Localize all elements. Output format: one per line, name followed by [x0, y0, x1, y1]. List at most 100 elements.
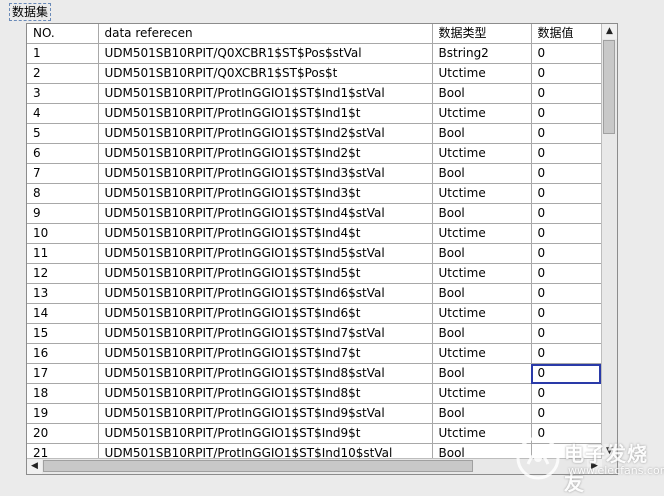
cell-data-value[interactable]: 0 [531, 103, 602, 124]
cell-no[interactable]: 15 [27, 323, 99, 344]
cell-no[interactable]: 2 [27, 63, 99, 84]
cell-data-reference[interactable]: UDM501SB10RPIT/ProtInGGIO1$ST$Ind9$t [98, 423, 433, 444]
vertical-scrollbar[interactable]: ▲ ▼ [601, 24, 617, 459]
table-row[interactable]: 9 UDM501SB10RPIT/ProtInGGIO1$ST$Ind4$stVa… [27, 203, 602, 224]
table-row[interactable]: 13 UDM501SB10RPIT/ProtInGGIO1$ST$Ind6$stV… [27, 283, 602, 304]
table-row[interactable]: 14 UDM501SB10RPIT/ProtInGGIO1$ST$Ind6$t Ut… [27, 303, 602, 324]
cell-data-reference[interactable]: UDM501SB10RPIT/ProtInGGIO1$ST$Ind7$stVal [98, 323, 433, 344]
cell-data-reference[interactable]: UDM501SB10RPIT/ProtInGGIO1$ST$Ind4$stVal [98, 203, 433, 224]
cell-data-type[interactable]: Utctime [432, 63, 532, 84]
cell-no[interactable]: 7 [27, 163, 99, 184]
table-row[interactable]: 18 UDM501SB10RPIT/ProtInGGIO1$ST$Ind8$t Ut… [27, 383, 602, 404]
cell-data-type[interactable]: Bool [432, 163, 532, 184]
cell-data-value[interactable]: 0 [531, 223, 602, 244]
cell-data-type[interactable]: Bool [432, 323, 532, 344]
cell-data-type[interactable]: Bool [432, 203, 532, 224]
cell-data-value[interactable]: 0 [531, 143, 602, 164]
cell-data-value[interactable]: 0 [531, 403, 602, 424]
cell-data-value[interactable]: 0 [531, 263, 602, 284]
cell-data-type[interactable]: Utctime [432, 263, 532, 284]
cell-no[interactable]: 17 [27, 363, 99, 384]
cell-data-value[interactable]: 0 [531, 203, 602, 224]
header-data-type[interactable]: 数据类型 [432, 24, 532, 44]
cell-data-reference[interactable]: UDM501SB10RPIT/ProtInGGIO1$ST$Ind2$t [98, 143, 433, 164]
table-row[interactable]: 17 UDM501SB10RPIT/ProtInGGIO1$ST$Ind8$stV… [27, 363, 602, 384]
cell-no[interactable]: 11 [27, 243, 99, 264]
cell-data-reference[interactable]: UDM501SB10RPIT/Q0XCBR1$ST$Pos$t [98, 63, 433, 84]
cell-data-value[interactable]: 0 [531, 63, 602, 84]
cell-data-type[interactable]: Bool [432, 83, 532, 104]
table-row[interactable]: 1 UDM501SB10RPIT/Q0XCBR1$ST$Pos$stVal Bstr… [27, 43, 602, 64]
cell-data-type[interactable]: Utctime [432, 303, 532, 324]
cell-data-type[interactable]: Utctime [432, 343, 532, 364]
header-data-value[interactable]: 数据值 [531, 24, 602, 44]
table-row[interactable]: 8 UDM501SB10RPIT/ProtInGGIO1$ST$Ind3$t Utc… [27, 183, 602, 204]
cell-no[interactable]: 12 [27, 263, 99, 284]
cell-data-reference[interactable]: UDM501SB10RPIT/Q0XCBR1$ST$Pos$stVal [98, 43, 433, 64]
cell-data-type[interactable]: Bool [432, 283, 532, 304]
header-data-reference[interactable]: data referecen [98, 24, 433, 44]
cell-data-type[interactable]: Bool [432, 363, 532, 384]
cell-no[interactable]: 5 [27, 123, 99, 144]
dataset-table[interactable]: NO. data referecen 数据类型 数据值 1 UDM501SB10R… [26, 23, 618, 475]
cell-no[interactable]: 6 [27, 143, 99, 164]
cell-data-value[interactable]: 0 [531, 43, 602, 64]
cell-data-reference[interactable]: UDM501SB10RPIT/ProtInGGIO1$ST$Ind4$t [98, 223, 433, 244]
cell-no[interactable]: 4 [27, 103, 99, 124]
cell-data-type[interactable]: Utctime [432, 183, 532, 204]
cell-data-reference[interactable]: UDM501SB10RPIT/ProtInGGIO1$ST$Ind6$t [98, 303, 433, 324]
cell-data-value[interactable]: 0 [531, 323, 602, 344]
cell-no[interactable]: 1 [27, 43, 99, 64]
cell-data-value[interactable]: 0 [531, 343, 602, 364]
table-row[interactable]: 7 UDM501SB10RPIT/ProtInGGIO1$ST$Ind3$stVa… [27, 163, 602, 184]
cell-data-type[interactable]: Utctime [432, 143, 532, 164]
cell-no[interactable]: 20 [27, 423, 99, 444]
cell-no[interactable]: 9 [27, 203, 99, 224]
cell-no[interactable]: 13 [27, 283, 99, 304]
data-grid[interactable]: NO. data referecen 数据类型 数据值 1 UDM501SB10R… [27, 24, 602, 464]
cell-data-reference[interactable]: UDM501SB10RPIT/ProtInGGIO1$ST$Ind5$stVal [98, 243, 433, 264]
cell-data-reference[interactable]: UDM501SB10RPIT/ProtInGGIO1$ST$Ind5$t [98, 263, 433, 284]
cell-data-reference[interactable]: UDM501SB10RPIT/ProtInGGIO1$ST$Ind1$stVal [98, 83, 433, 104]
table-row[interactable]: 6 UDM501SB10RPIT/ProtInGGIO1$ST$Ind2$t Utc… [27, 143, 602, 164]
cell-data-reference[interactable]: UDM501SB10RPIT/ProtInGGIO1$ST$Ind2$stVal [98, 123, 433, 144]
cell-no[interactable]: 3 [27, 83, 99, 104]
cell-no[interactable]: 18 [27, 383, 99, 404]
cell-data-value[interactable]: 0 [531, 303, 602, 324]
table-row[interactable]: 15 UDM501SB10RPIT/ProtInGGIO1$ST$Ind7$stV… [27, 323, 602, 344]
cell-data-reference[interactable]: UDM501SB10RPIT/ProtInGGIO1$ST$Ind8$stVal [98, 363, 433, 384]
cell-data-type[interactable]: Bool [432, 243, 532, 264]
table-row[interactable]: 12 UDM501SB10RPIT/ProtInGGIO1$ST$Ind5$t Ut… [27, 263, 602, 284]
cell-data-type[interactable]: Utctime [432, 383, 532, 404]
table-row[interactable]: 2 UDM501SB10RPIT/Q0XCBR1$ST$Pos$t Utctime 0 [27, 63, 602, 84]
cell-data-value[interactable]: 0 [531, 83, 602, 104]
cell-data-type[interactable]: Bstring2 [432, 43, 532, 64]
table-row[interactable]: 19 UDM501SB10RPIT/ProtInGGIO1$ST$Ind9$stV… [27, 403, 602, 424]
cell-no[interactable]: 14 [27, 303, 99, 324]
vertical-scroll-thumb[interactable] [603, 40, 615, 134]
scroll-left-arrow-icon[interactable]: ◀ [27, 459, 42, 474]
cell-data-reference[interactable]: UDM501SB10RPIT/ProtInGGIO1$ST$Ind7$t [98, 343, 433, 364]
header-no[interactable]: NO. [27, 24, 99, 44]
cell-no[interactable]: 19 [27, 403, 99, 424]
cell-data-reference[interactable]: UDM501SB10RPIT/ProtInGGIO1$ST$Ind8$t [98, 383, 433, 404]
cell-data-value[interactable]: 0 [531, 123, 602, 144]
table-row[interactable]: 10 UDM501SB10RPIT/ProtInGGIO1$ST$Ind4$t Ut… [27, 223, 602, 244]
cell-data-reference[interactable]: UDM501SB10RPIT/ProtInGGIO1$ST$Ind1$t [98, 103, 433, 124]
cell-data-reference[interactable]: UDM501SB10RPIT/ProtInGGIO1$ST$Ind9$stVal [98, 403, 433, 424]
cell-data-type[interactable]: Utctime [432, 223, 532, 244]
cell-no[interactable]: 10 [27, 223, 99, 244]
cell-data-value[interactable]: 0 [531, 283, 602, 304]
cell-data-reference[interactable]: UDM501SB10RPIT/ProtInGGIO1$ST$Ind6$stVal [98, 283, 433, 304]
scroll-up-arrow-icon[interactable]: ▲ [602, 24, 617, 39]
cell-data-reference[interactable]: UDM501SB10RPIT/ProtInGGIO1$ST$Ind3$t [98, 183, 433, 204]
table-row[interactable]: 16 UDM501SB10RPIT/ProtInGGIO1$ST$Ind7$t Ut… [27, 343, 602, 364]
cell-no[interactable]: 8 [27, 183, 99, 204]
cell-data-value[interactable]: 0 [531, 363, 602, 384]
cell-data-type[interactable]: Bool [432, 403, 532, 424]
table-row[interactable]: 11 UDM501SB10RPIT/ProtInGGIO1$ST$Ind5$stV… [27, 243, 602, 264]
table-row[interactable]: 4 UDM501SB10RPIT/ProtInGGIO1$ST$Ind1$t Utc… [27, 103, 602, 124]
cell-data-type[interactable]: Utctime [432, 103, 532, 124]
horizontal-scroll-thumb[interactable] [43, 460, 473, 472]
cell-data-value[interactable]: 0 [531, 183, 602, 204]
